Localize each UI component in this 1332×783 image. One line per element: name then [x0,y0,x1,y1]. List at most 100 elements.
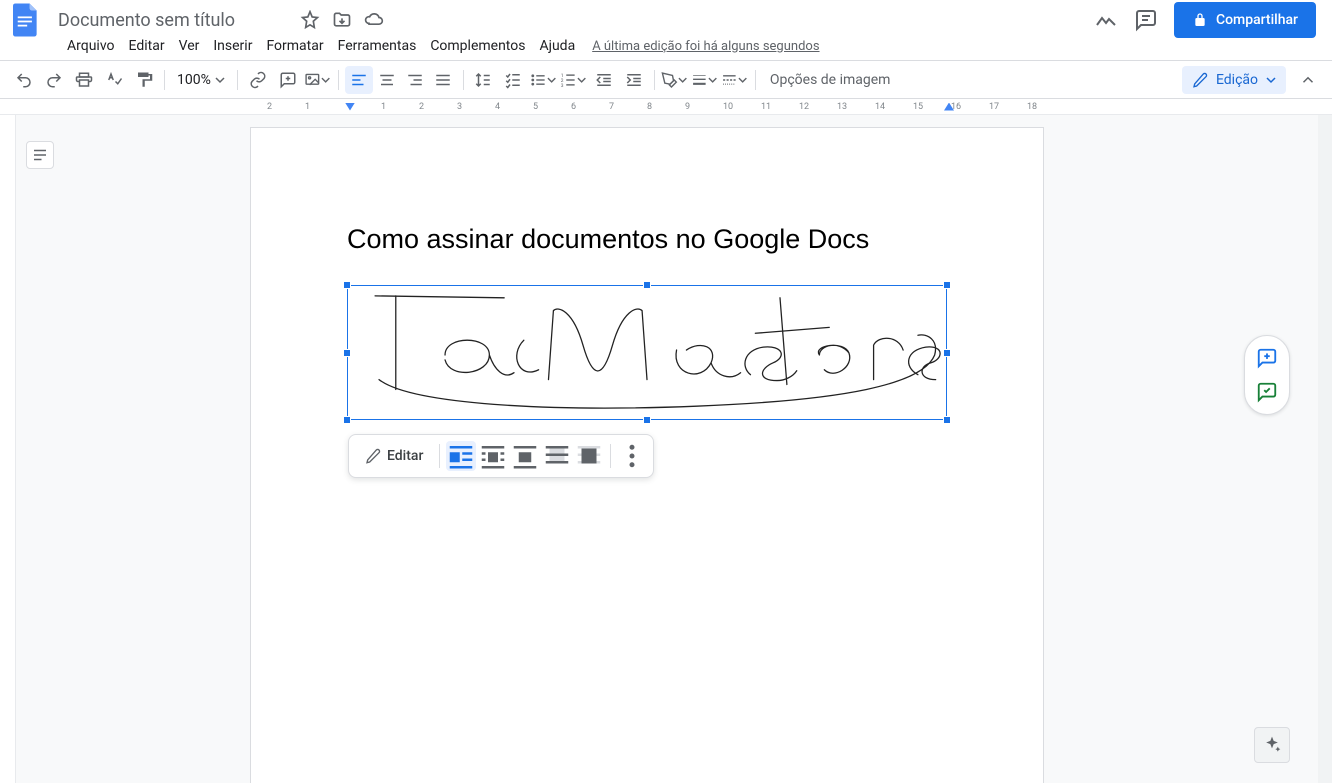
cloud-status-icon[interactable] [364,10,384,30]
vertical-scrollbar[interactable] [1318,115,1332,783]
menu-complementos[interactable]: Complementos [423,34,532,58]
image-contextual-toolbar: Editar [348,434,654,478]
align-right-button[interactable] [401,66,429,94]
add-comment-button[interactable] [274,66,302,94]
ruler-mark: 12 [799,102,809,112]
ruler-mark: 11 [761,102,771,112]
resize-handle-tr[interactable] [943,281,951,289]
resize-handle-tl[interactable] [343,281,351,289]
bulleted-list-button[interactable] [530,66,558,94]
side-action-panel [1244,335,1290,415]
align-left-button[interactable] [345,66,373,94]
activity-icon[interactable] [1094,8,1118,32]
lock-icon [1192,12,1208,28]
resize-handle-br[interactable] [943,416,951,424]
menu-ferramentas[interactable]: Ferramentas [331,34,424,58]
align-justify-button[interactable] [429,66,457,94]
menu-formatar[interactable]: Formatar [259,34,330,58]
document-page[interactable]: Como assinar documentos no Google Docs [250,127,1044,783]
spellcheck-button[interactable] [100,66,128,94]
ruler-mark: 13 [837,102,847,112]
ruler-mark: 10 [723,102,733,112]
resize-handle-tm[interactable] [643,281,651,289]
svg-text:3: 3 [561,82,564,88]
menu-ajuda[interactable]: Ajuda [532,34,582,58]
chevron-down-icon [577,75,586,85]
explore-icon [1262,735,1282,755]
menu-arquivo[interactable]: Arquivo [60,34,122,58]
border-weight-button[interactable] [691,66,719,94]
document-title-input[interactable] [52,8,292,33]
ruler-mark: 9 [685,102,690,112]
explore-button[interactable] [1254,727,1290,763]
insert-image-button[interactable] [304,66,332,94]
menu-inserir[interactable]: Inserir [206,34,259,58]
resize-handle-bm[interactable] [643,416,651,424]
ruler-mark: 7 [609,102,614,112]
zoom-select[interactable]: 100% [171,68,231,92]
ruler-mark: 2 [419,102,424,112]
add-comment-side-button[interactable] [1251,342,1283,374]
checklist-button[interactable] [500,66,528,94]
editing-mode-label: Edição [1216,72,1258,88]
comments-icon[interactable] [1134,8,1158,32]
numbered-list-button[interactable]: 123 [560,66,588,94]
vertical-ruler[interactable] [0,115,16,783]
resize-handle-bl[interactable] [343,416,351,424]
document-outline-button[interactable] [26,141,54,169]
chevron-down-icon [321,75,330,85]
last-edit-link[interactable]: A última edição foi há alguns segundos [592,39,819,54]
chevron-down-icon [215,75,225,85]
suggest-edits-side-button[interactable] [1251,376,1283,408]
ruler-mark: 17 [989,102,999,112]
pencil-icon [1192,72,1208,88]
line-spacing-button[interactable] [470,66,498,94]
border-dash-button[interactable] [721,66,749,94]
wrap-break-button[interactable] [510,441,540,471]
image-more-options-button[interactable] [617,441,647,471]
ruler-mark: 4 [495,102,500,112]
chevron-down-icon [678,75,687,85]
move-folder-icon[interactable] [332,10,352,30]
ruler-mark: 15 [913,102,923,112]
signature-drawing [348,286,946,419]
resize-handle-mr[interactable] [943,349,951,357]
menu-editar[interactable]: Editar [122,34,172,58]
wrap-inline-button[interactable] [446,441,476,471]
menu-ver[interactable]: Ver [172,34,207,58]
border-color-button[interactable] [661,66,689,94]
wrap-front-button[interactable] [574,441,604,471]
insert-link-button[interactable] [244,66,272,94]
decrease-indent-button[interactable] [590,66,618,94]
ruler-mark: 1 [381,102,386,112]
zoom-value: 100% [177,72,211,88]
first-line-indent-marker[interactable] [345,103,355,111]
edit-drawing-button[interactable]: Editar [355,442,433,470]
print-button[interactable] [70,66,98,94]
wrap-behind-button[interactable] [542,441,572,471]
increase-indent-button[interactable] [620,66,648,94]
undo-button[interactable] [10,66,38,94]
image-options-button[interactable]: Opções de imagem [762,68,899,92]
resize-handle-ml[interactable] [343,349,351,357]
ruler-mark: 1 [305,102,310,112]
paint-format-button[interactable] [130,66,158,94]
ruler-mark: 6 [571,102,576,112]
document-heading: Como assinar documentos no Google Docs [347,224,947,255]
ruler-mark: 5 [533,102,538,112]
editing-mode-button[interactable]: Edição [1182,66,1286,94]
chevron-down-icon [547,75,556,85]
docs-logo[interactable] [8,2,44,38]
redo-button[interactable] [40,66,68,94]
selected-drawing[interactable]: Editar [347,285,947,420]
horizontal-ruler[interactable]: 21123456789101112131415161718 [0,99,1332,115]
wrap-text-button[interactable] [478,441,508,471]
hide-menus-button[interactable] [1294,66,1322,94]
share-button[interactable]: Compartilhar [1174,2,1316,38]
ruler-mark: 8 [647,102,652,112]
star-icon[interactable] [300,10,320,30]
align-center-button[interactable] [373,66,401,94]
chevron-down-icon [708,75,717,85]
pencil-icon [365,448,381,464]
chevron-down-icon [738,75,747,85]
